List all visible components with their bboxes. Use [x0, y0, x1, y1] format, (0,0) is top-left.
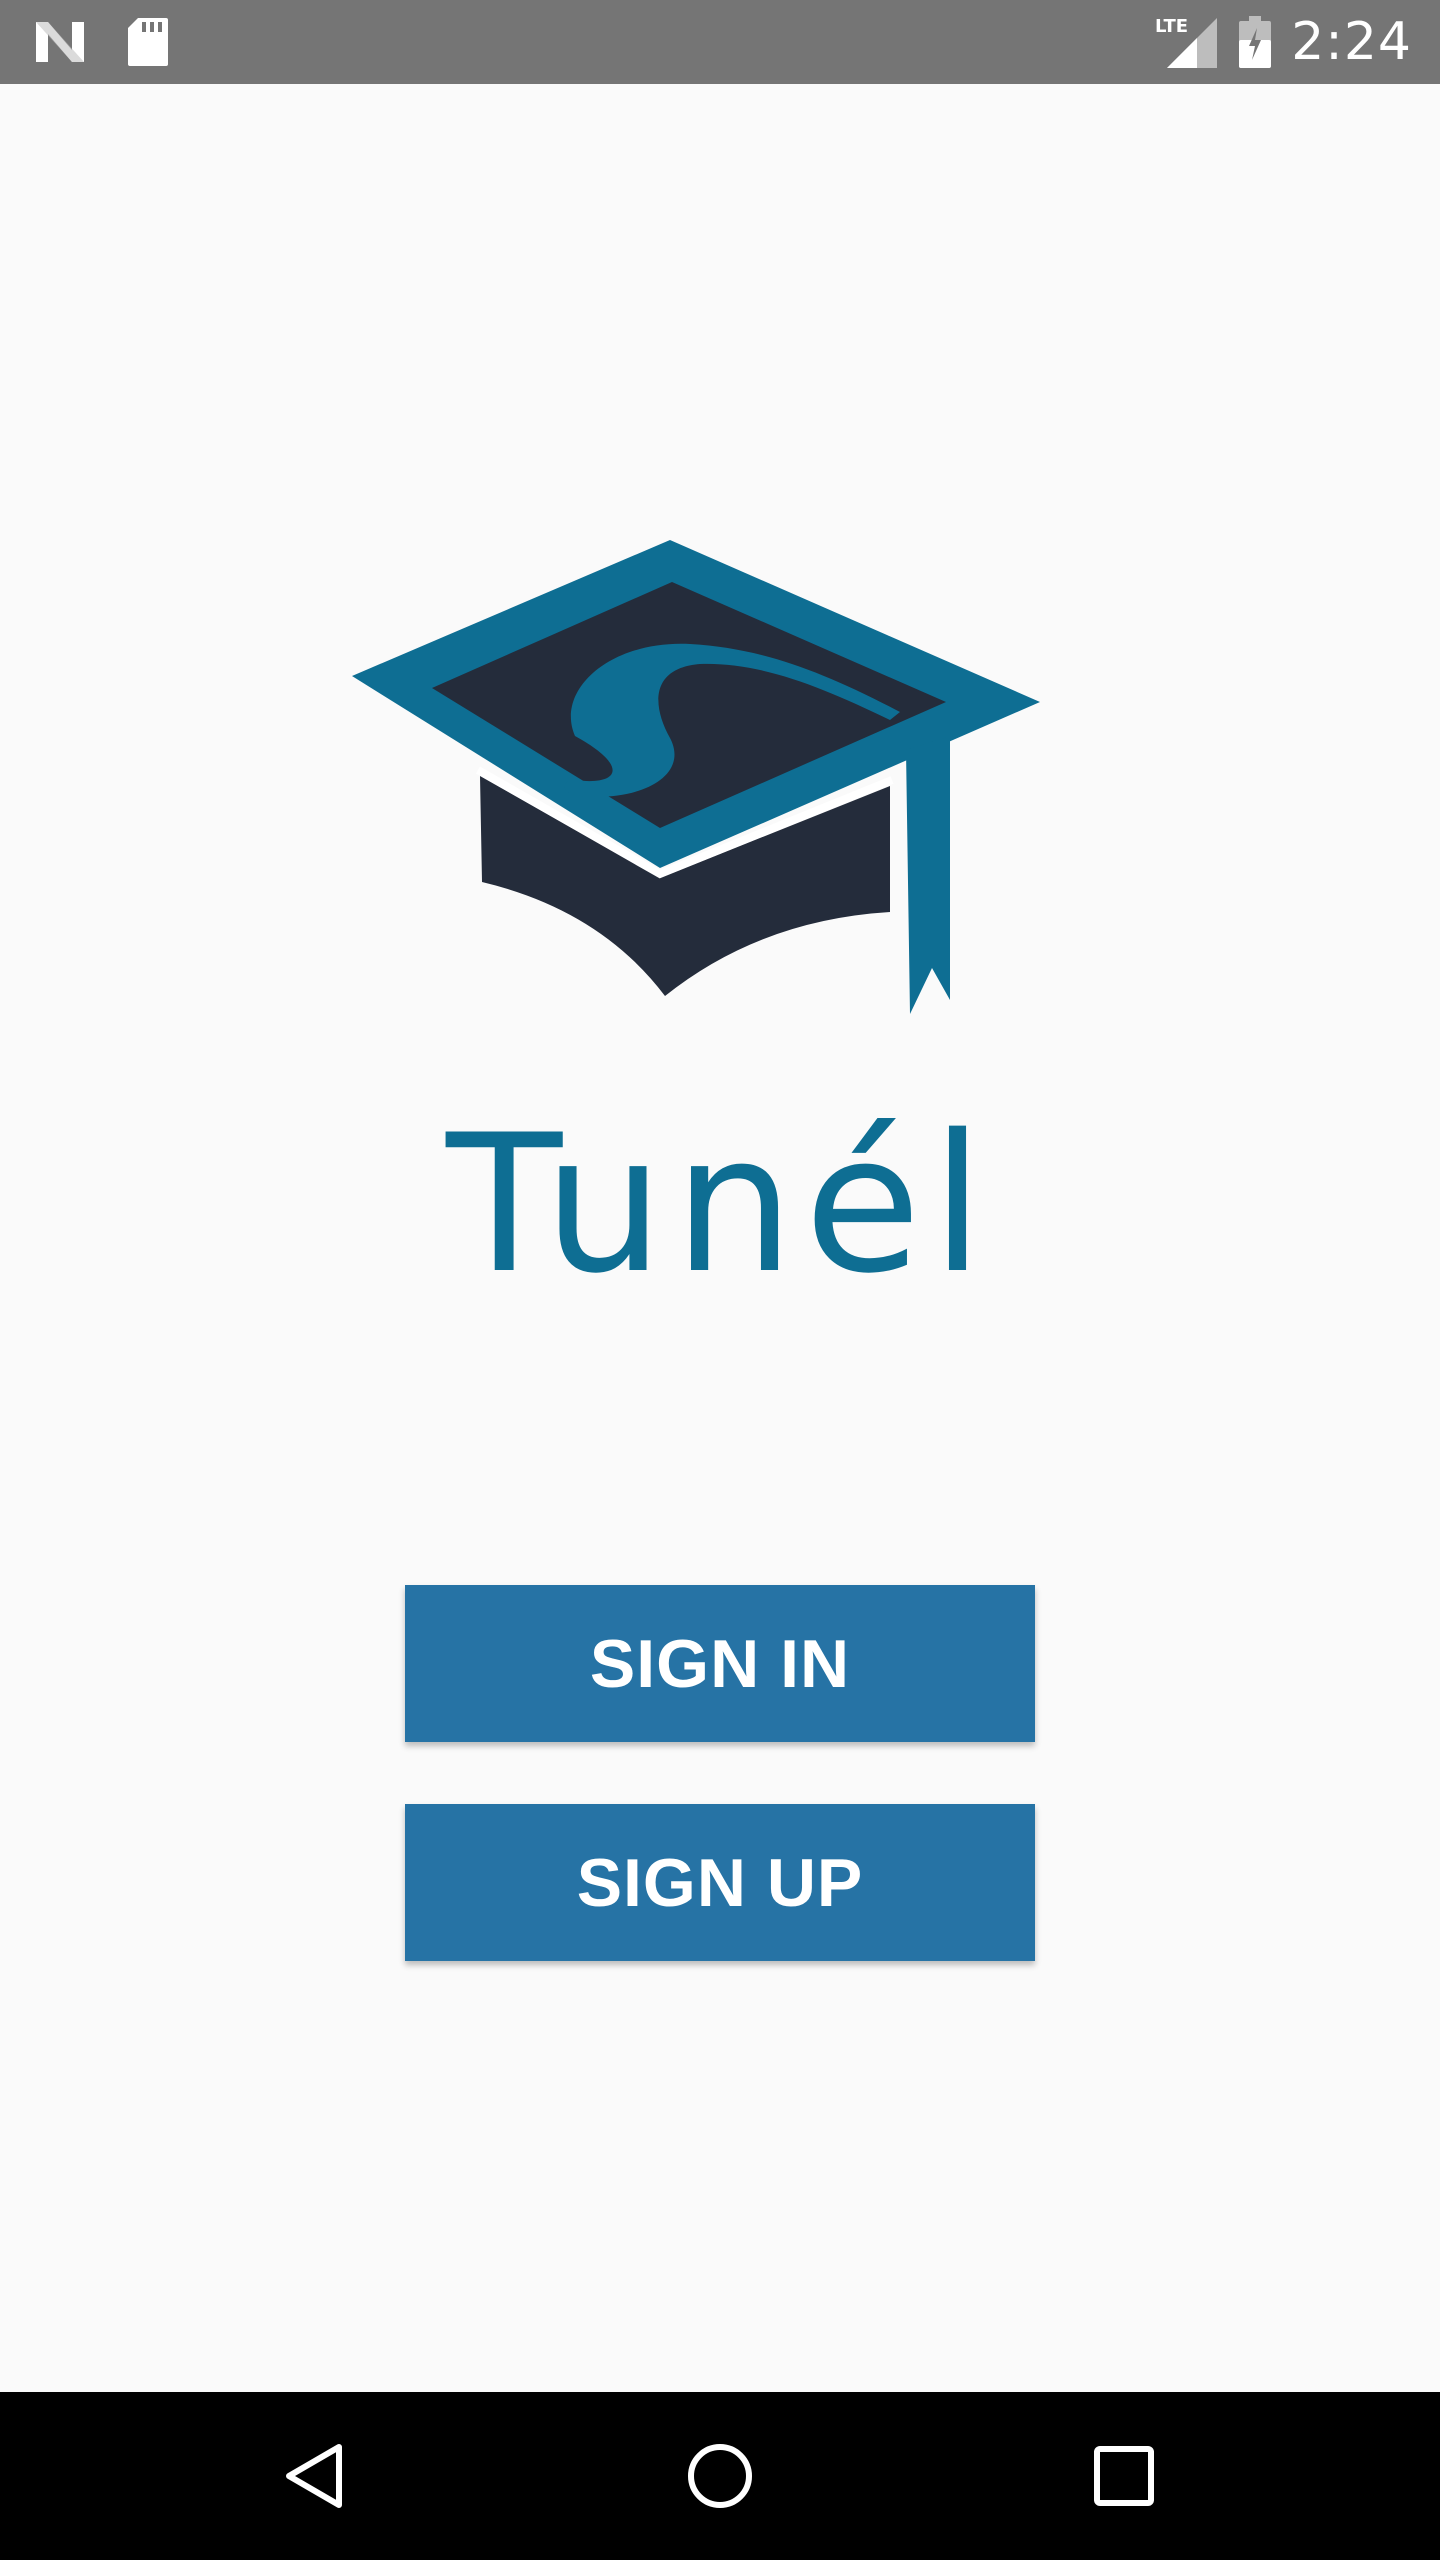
n-notification-icon — [36, 22, 84, 62]
brand-name: Tunél — [446, 1094, 994, 1315]
navigation-bar — [0, 2392, 1440, 2560]
logo — [0, 540, 1440, 1020]
sd-card-icon — [128, 18, 168, 66]
status-left-icons — [34, 16, 170, 68]
status-bar: LTE 2:24 — [0, 0, 1440, 84]
nav-back-button[interactable] — [266, 2426, 366, 2526]
nav-home-button[interactable] — [670, 2426, 770, 2526]
battery-icon — [1239, 16, 1272, 68]
svg-text:LTE: LTE — [1155, 16, 1188, 37]
back-icon — [286, 2444, 342, 2508]
status-right-icons: LTE 2:24 — [1155, 10, 1412, 74]
sign-up-button[interactable]: SIGN UP — [405, 1804, 1035, 1961]
sign-in-button[interactable]: SIGN IN — [405, 1585, 1035, 1742]
recents-icon — [1094, 2446, 1154, 2506]
graduation-cap-icon — [352, 540, 1040, 1014]
lte-signal-icon: LTE — [1155, 16, 1218, 68]
home-icon — [688, 2444, 752, 2508]
nav-recents-button[interactable] — [1074, 2426, 1174, 2526]
status-time: 2:24 — [1291, 12, 1412, 72]
